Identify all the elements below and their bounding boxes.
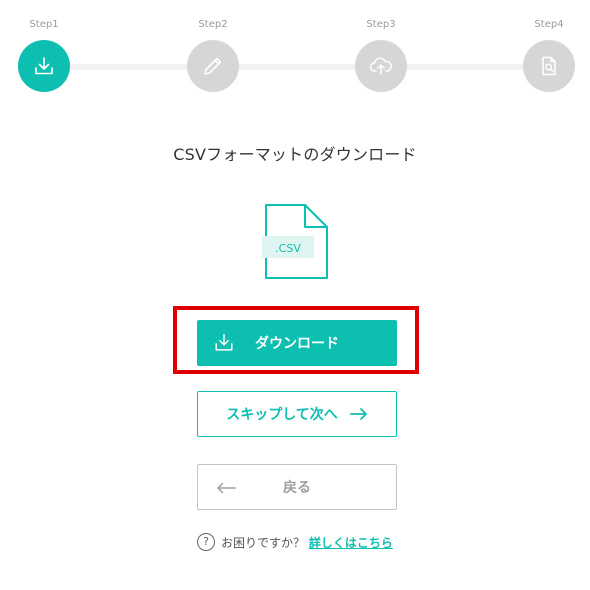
csv-file-label: .CSV <box>275 242 301 255</box>
back-button[interactable]: 戻る <box>197 464 397 510</box>
page-title: CSVフォーマットのダウンロード <box>173 145 417 164</box>
back-button-label: 戻る <box>283 480 311 496</box>
step-3: Step3 <box>351 18 411 92</box>
cloud-upload-icon <box>369 57 392 75</box>
page: Step1 Step2 Step3 Step4 CSVフォーマットのダウンロード… <box>0 0 590 590</box>
arrow-left-icon <box>217 482 236 494</box>
help-text: お困りですか？ <box>221 536 306 550</box>
step-4-label: Step4 <box>534 19 564 30</box>
download-button[interactable]: ダウンロード <box>197 320 397 366</box>
stepper-line <box>44 64 549 70</box>
question-mark-icon: ? <box>197 533 215 551</box>
download-icon <box>215 334 233 351</box>
step-1-label: Step1 <box>29 19 59 30</box>
step-4-circle <box>523 40 575 92</box>
step-3-label: Step3 <box>366 19 396 30</box>
help-section: ? お困りですか？ 詳しくはこちら <box>197 530 397 556</box>
step-1-circle <box>18 40 70 92</box>
step-3-circle <box>355 40 407 92</box>
step-4: Step4 <box>519 18 579 92</box>
document-search-icon <box>542 56 556 76</box>
pencil-icon <box>204 57 222 75</box>
skip-button[interactable]: スキップして次へ <box>197 391 397 437</box>
skip-button-label: スキップして次へ <box>226 407 338 423</box>
download-button-label: ダウンロード <box>255 336 339 352</box>
step-2-label: Step2 <box>198 19 228 30</box>
step-2: Step2 <box>183 18 243 92</box>
help-link[interactable]: 詳しくはこちら <box>309 536 393 550</box>
csv-file-icon: .CSV <box>262 203 330 281</box>
download-icon <box>35 57 53 75</box>
step-2-circle <box>187 40 239 92</box>
step-1: Step1 <box>14 18 74 92</box>
arrow-right-icon <box>349 408 367 420</box>
stepper: Step1 Step2 Step3 Step4 <box>0 0 590 100</box>
